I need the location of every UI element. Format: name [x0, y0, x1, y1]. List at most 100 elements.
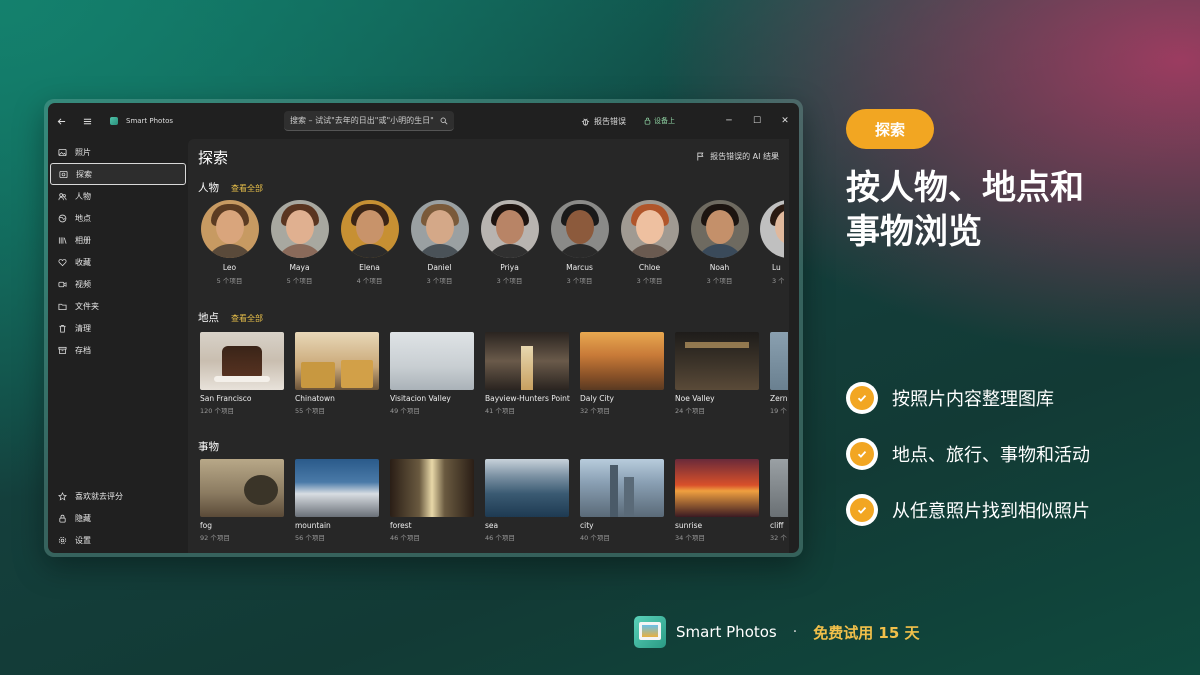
- headline-line-1: 按人物、地点和: [846, 168, 1084, 208]
- sidebar-item-label: 存档: [75, 345, 91, 355]
- sidebar-item-settings[interactable]: 设置: [50, 529, 186, 551]
- person-card[interactable]: Elena 4 个项目: [340, 200, 399, 285]
- person-card[interactable]: Noah 3 个项目: [690, 200, 749, 285]
- trash-icon: [59, 324, 66, 333]
- avatar: [340, 200, 399, 258]
- place-card[interactable]: Daly City 32 个项目: [580, 332, 664, 415]
- avatar: [200, 200, 259, 258]
- thing-name: sunrise: [675, 521, 703, 530]
- sidebar-item-archive[interactable]: 存档: [50, 339, 186, 361]
- close-button[interactable]: ✕: [771, 103, 799, 139]
- person-card[interactable]: Maya 5 个项目: [270, 200, 329, 285]
- section-pill: 探索: [846, 109, 934, 149]
- person-count: 3 个: [772, 277, 784, 285]
- place-thumbnail: [200, 332, 284, 390]
- person-card[interactable]: Leo 5 个项目: [200, 200, 259, 285]
- place-card[interactable]: Zern 19 个: [770, 332, 788, 415]
- person-name: Noah: [709, 263, 730, 272]
- person-card[interactable]: Priya 3 个项目: [480, 200, 539, 285]
- sidebar-item-hidden[interactable]: 隐藏: [50, 507, 186, 529]
- sidebar-item-label: 人物: [75, 191, 91, 201]
- thing-card[interactable]: fog 92 个项目: [200, 459, 284, 542]
- place-name: Chinatown: [295, 394, 335, 403]
- thing-name: forest: [390, 521, 412, 530]
- search-input[interactable]: 搜索 – 试试"去年的日出"或"小明的生日": [284, 111, 454, 131]
- place-thumbnail: [485, 332, 569, 390]
- thing-card[interactable]: cliff 32 个: [770, 459, 788, 542]
- sidebar-item-favorites[interactable]: 收藏: [50, 251, 186, 273]
- thing-count: 34 个项目: [675, 534, 705, 542]
- photo-icon: [58, 148, 67, 156]
- place-name: Noe Valley: [675, 394, 715, 403]
- close-icon: ✕: [781, 116, 789, 126]
- person-name: Priya: [500, 263, 519, 272]
- things-row: fog 92 个项目 mountain 56 个项目 forest 46 个项目…: [200, 459, 788, 542]
- sidebar-item-cleanup[interactable]: 清理: [50, 317, 186, 339]
- sidebar-item-photos[interactable]: 照片: [50, 141, 186, 163]
- place-card[interactable]: San Francisco 120 个项目: [200, 332, 284, 415]
- sidebar-item-rate[interactable]: 喜欢就去评分: [50, 485, 186, 507]
- sidebar-item-label: 视频: [75, 279, 91, 289]
- star-icon: [58, 491, 67, 500]
- sidebar-item-folders[interactable]: 文件夹: [50, 295, 186, 317]
- thing-card[interactable]: sea 46 个项目: [485, 459, 569, 542]
- app-logo-icon: [634, 616, 666, 648]
- sidebar-item-people[interactable]: 人物: [50, 185, 186, 207]
- thing-card[interactable]: city 40 个项目: [580, 459, 664, 542]
- people-view-all-link[interactable]: 查看全部: [231, 183, 263, 194]
- avatar: [760, 200, 784, 258]
- thing-card[interactable]: sunrise 34 个项目: [675, 459, 759, 542]
- place-thumbnail: [295, 332, 379, 390]
- place-name: Zern: [770, 394, 788, 403]
- thing-card[interactable]: forest 46 个项目: [390, 459, 474, 542]
- feature-text: 从任意照片找到相似照片: [892, 501, 1090, 522]
- sidebar-item-label: 文件夹: [75, 301, 99, 311]
- feature-item: 按照片内容整理图库: [846, 370, 1090, 426]
- place-card[interactable]: Bayview-Hunters Point 41 个项目: [485, 332, 570, 415]
- place-card[interactable]: Visitacion Valley 49 个项目: [390, 332, 474, 415]
- thing-name: cliff: [770, 521, 784, 530]
- check-icon: [846, 494, 878, 526]
- place-count: 55 个项目: [295, 407, 325, 415]
- person-card[interactable]: Lu 3 个: [760, 200, 784, 285]
- place-card[interactable]: Chinatown 55 个项目: [295, 332, 379, 415]
- person-card[interactable]: Chloe 3 个项目: [620, 200, 679, 285]
- check-icon: [846, 382, 878, 414]
- flag-icon: [697, 152, 704, 161]
- person-card[interactable]: Marcus 3 个项目: [550, 200, 609, 285]
- place-card[interactable]: Noe Valley 24 个项目: [675, 332, 759, 415]
- place-name: San Francisco: [200, 394, 252, 403]
- people-icon: [58, 192, 67, 200]
- thing-count: 40 个项目: [580, 534, 610, 542]
- maximize-button[interactable]: ☐: [743, 103, 771, 139]
- places-icon: [58, 214, 67, 222]
- places-section-header: 地点 查看全部: [198, 310, 263, 325]
- sidebar-item-label: 收藏: [75, 257, 91, 267]
- thing-card[interactable]: mountain 56 个项目: [295, 459, 379, 542]
- lock-icon: [59, 514, 66, 523]
- sidebar-item-label: 探索: [76, 169, 92, 179]
- avatar: [410, 200, 469, 258]
- person-card[interactable]: Daniel 3 个项目: [410, 200, 469, 285]
- thing-count: 46 个项目: [390, 534, 420, 542]
- app-title: Smart Photos: [126, 117, 174, 125]
- minimize-button[interactable]: ─: [715, 103, 743, 139]
- person-count: 5 个项目: [216, 277, 243, 285]
- sidebar-item-places[interactable]: 地点: [50, 207, 186, 229]
- menu-button[interactable]: [74, 103, 100, 139]
- person-count: 4 个项目: [356, 277, 383, 285]
- folder-icon: [58, 303, 67, 310]
- thing-name: city: [580, 521, 594, 530]
- footer-app-name: Smart Photos: [676, 623, 777, 641]
- explore-icon: [59, 170, 68, 178]
- sidebar-item-albums[interactable]: 相册: [50, 229, 186, 251]
- sidebar-item-videos[interactable]: 视频: [50, 273, 186, 295]
- report-bug-button[interactable]: 报告错误: [581, 116, 626, 127]
- person-name: Leo: [222, 263, 237, 272]
- report-ai-button[interactable]: 报告错误的 AI 结果: [696, 151, 779, 162]
- sidebar-item-explore[interactable]: 探索: [50, 163, 186, 185]
- thing-thumbnail: [485, 459, 569, 517]
- back-button[interactable]: [48, 103, 74, 139]
- places-view-all-link[interactable]: 查看全部: [231, 313, 263, 324]
- search-icon[interactable]: [440, 117, 448, 125]
